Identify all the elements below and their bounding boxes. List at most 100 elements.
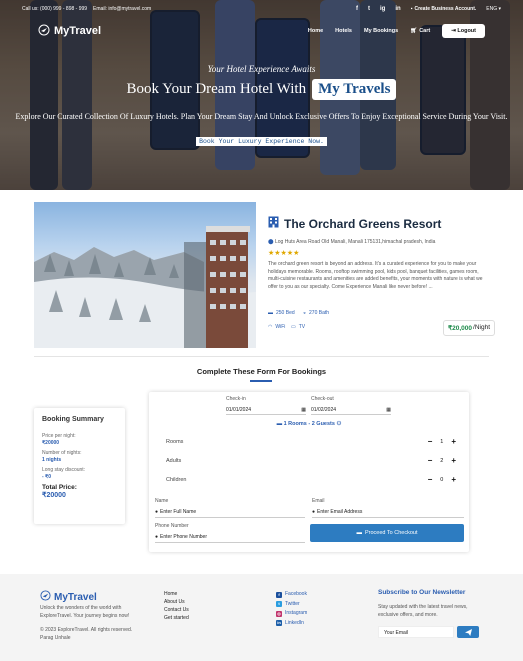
facebook-icon[interactable]: f — [356, 6, 358, 12]
phone-field[interactable]: ● Enter Phone Number — [155, 532, 305, 543]
footer-brand-name: MyTravel — [54, 591, 97, 603]
newsletter-title: Subscribe to Our Newsletter — [378, 589, 466, 596]
tv-icon: ▭ — [291, 324, 296, 330]
resort-name-text: The Orchard Greens Resort — [284, 216, 442, 231]
logout-button[interactable]: ⇥ Logout — [442, 24, 485, 38]
wifi-icon: ◠ — [268, 324, 273, 330]
twitter-label: Twitter — [285, 600, 300, 607]
rooms-value: 1 — [440, 438, 444, 445]
adults-value: 2 — [440, 457, 444, 464]
hero-description: Explore Our Curated Collection Of Luxury… — [15, 112, 508, 121]
bed-icon: ▬ — [268, 310, 273, 316]
footer-tagline: Unlock the wonders of the world with Exp… — [40, 605, 130, 619]
baths-text: 270 Bath — [309, 310, 330, 316]
top-bar: Call us: (000) 999 - 898 - 999 Email: in… — [0, 0, 523, 18]
divider — [34, 356, 489, 357]
checkout-input[interactable]: 01/02/2024 ▦ — [311, 405, 391, 415]
bath-icon: ◒ — [303, 310, 307, 316]
logout-label: Logout — [457, 28, 476, 34]
name-placeholder: Enter Full Name — [160, 509, 197, 515]
price-unit: /Night — [473, 324, 491, 331]
hero-cta[interactable]: Book Your Luxury Experience Now. — [196, 137, 327, 146]
booking-summary-card: Booking Summary Price per night: ₹20000 … — [34, 408, 125, 524]
footer-link-home[interactable]: Home — [164, 590, 189, 598]
children-increment-button[interactable]: + — [451, 475, 456, 484]
total-label: Total Price: — [42, 484, 77, 491]
main-nav: MyTravel Home Hotels My Bookings 🛒︎ Cart … — [0, 20, 523, 42]
discount-label: Long stay discount: — [42, 467, 86, 473]
adults-counter: Adults −2 + — [166, 456, 456, 465]
name-field[interactable]: ● Enter Full Name — [155, 507, 305, 518]
section-title: Complete These Form For Bookings — [196, 367, 327, 376]
adults-increment-button[interactable]: + — [451, 456, 456, 465]
linkedin-label: LinkedIn — [285, 619, 304, 626]
email-text: Email: info@mytravel.com — [93, 6, 152, 12]
footer-link-about[interactable]: About Us — [164, 598, 189, 606]
email-field[interactable]: ● Enter Email Address — [312, 507, 464, 518]
rooms-guests-summary[interactable]: ▬ 1 Rooms - 2 Guests ⚇ — [149, 421, 469, 427]
proceed-to-checkout-button[interactable]: ▬ Proceed To Checkout — [310, 524, 464, 542]
briefcase-icon: ▪ — [410, 6, 413, 12]
adults-decrement-button[interactable]: − — [428, 456, 433, 465]
footer-twitter-link[interactable]: t Twitter — [276, 600, 307, 610]
summary-title: Booking Summary — [42, 416, 104, 423]
brand-logo[interactable]: MyTravel — [38, 24, 101, 39]
nights-value: 1 nights — [42, 457, 62, 463]
nav-hotels[interactable]: Hotels — [335, 28, 352, 34]
bed-icon: ▬ — [276, 421, 283, 427]
rooms-decrement-button[interactable]: − — [428, 437, 433, 446]
newsletter-email-input[interactable]: Your Email — [378, 626, 454, 638]
star-rating: ★★★★★ — [268, 250, 300, 257]
beds-feature: ▬ 250 Bed — [268, 310, 295, 316]
footer-linkedin-link[interactable]: in LinkedIn — [276, 619, 307, 629]
children-decrement-button[interactable]: − — [428, 475, 433, 484]
children-label: Children — [166, 476, 187, 483]
nav-home[interactable]: Home — [308, 28, 323, 34]
facebook-label: Facebook — [285, 591, 307, 597]
phone-placeholder: Enter Phone Number — [160, 534, 208, 540]
cart-icon: 🛒︎ — [410, 28, 418, 34]
footer-links: Home About Us Contact Us Get started — [164, 590, 189, 622]
nav-cart[interactable]: 🛒︎ Cart — [410, 28, 430, 34]
facebook-icon: f — [276, 591, 282, 598]
user-icon: ● — [155, 534, 159, 540]
location-pin-icon: ⬤ — [268, 239, 274, 245]
footer-facebook-link[interactable]: f Facebook — [276, 590, 307, 600]
linkedin-icon[interactable]: in — [395, 6, 400, 12]
user-icon: ● — [312, 509, 316, 515]
footer-brand[interactable]: MyTravel — [40, 590, 97, 604]
user-icon: ● — [155, 509, 159, 515]
resort-address: ⬤ Log Huts Area Road Old Manali, Manali … — [268, 239, 435, 245]
wifi-feature: ◠ WiFi — [268, 324, 285, 330]
phone-label: Phone Number — [155, 523, 189, 529]
footer-social: f Facebook t Twitter ◎ Instagram in LinkedIn — [276, 590, 307, 628]
checkout-button-label: Proceed To Checkout — [365, 530, 418, 536]
calendar-icon: ▦ — [386, 406, 391, 413]
newsletter-send-button[interactable] — [457, 626, 479, 638]
hero-title-text: Book Your Dream Hotel With — [126, 81, 307, 97]
footer-instagram-link[interactable]: ◎ Instagram — [276, 609, 307, 619]
children-counter: Children −0 + — [166, 475, 456, 484]
footer-link-contact[interactable]: Contact Us — [164, 606, 189, 614]
resort-name: The Orchard Greens Resort — [268, 216, 441, 231]
instagram-icon[interactable]: ig — [380, 6, 385, 12]
resort-description: The orchard green resort is beyond an ad… — [268, 261, 483, 290]
twitter-icon[interactable]: t — [368, 6, 370, 12]
footer-copyright: © 2023 ExploreTravel. All rights reserve… — [40, 627, 150, 642]
instagram-icon: ◎ — [276, 610, 282, 617]
rooms-increment-button[interactable]: + — [451, 437, 456, 446]
beds-text: 250 Bed — [276, 310, 295, 316]
phone-text: Call us: (000) 999 - 898 - 999 — [22, 6, 88, 12]
tv-text: TV — [298, 324, 306, 330]
footer-link-get-started[interactable]: Get started — [164, 614, 189, 622]
hotel-icon — [268, 216, 279, 231]
price-amount: ₹20,000 — [448, 325, 473, 332]
nav-my-bookings[interactable]: My Bookings — [364, 28, 398, 34]
rooms-guests-text: 1 Rooms - 2 Guests — [283, 421, 335, 427]
language-select[interactable]: ENG ▾ — [486, 6, 501, 12]
linkedin-icon: in — [276, 620, 282, 627]
checkin-input[interactable]: 01/01/2024 ▦ — [226, 405, 306, 415]
checkout-label: Check-out — [311, 396, 334, 402]
price-per-night-label: Price per night: — [42, 433, 76, 439]
create-account-link[interactable]: ▪ Create Business Account. — [411, 6, 477, 12]
